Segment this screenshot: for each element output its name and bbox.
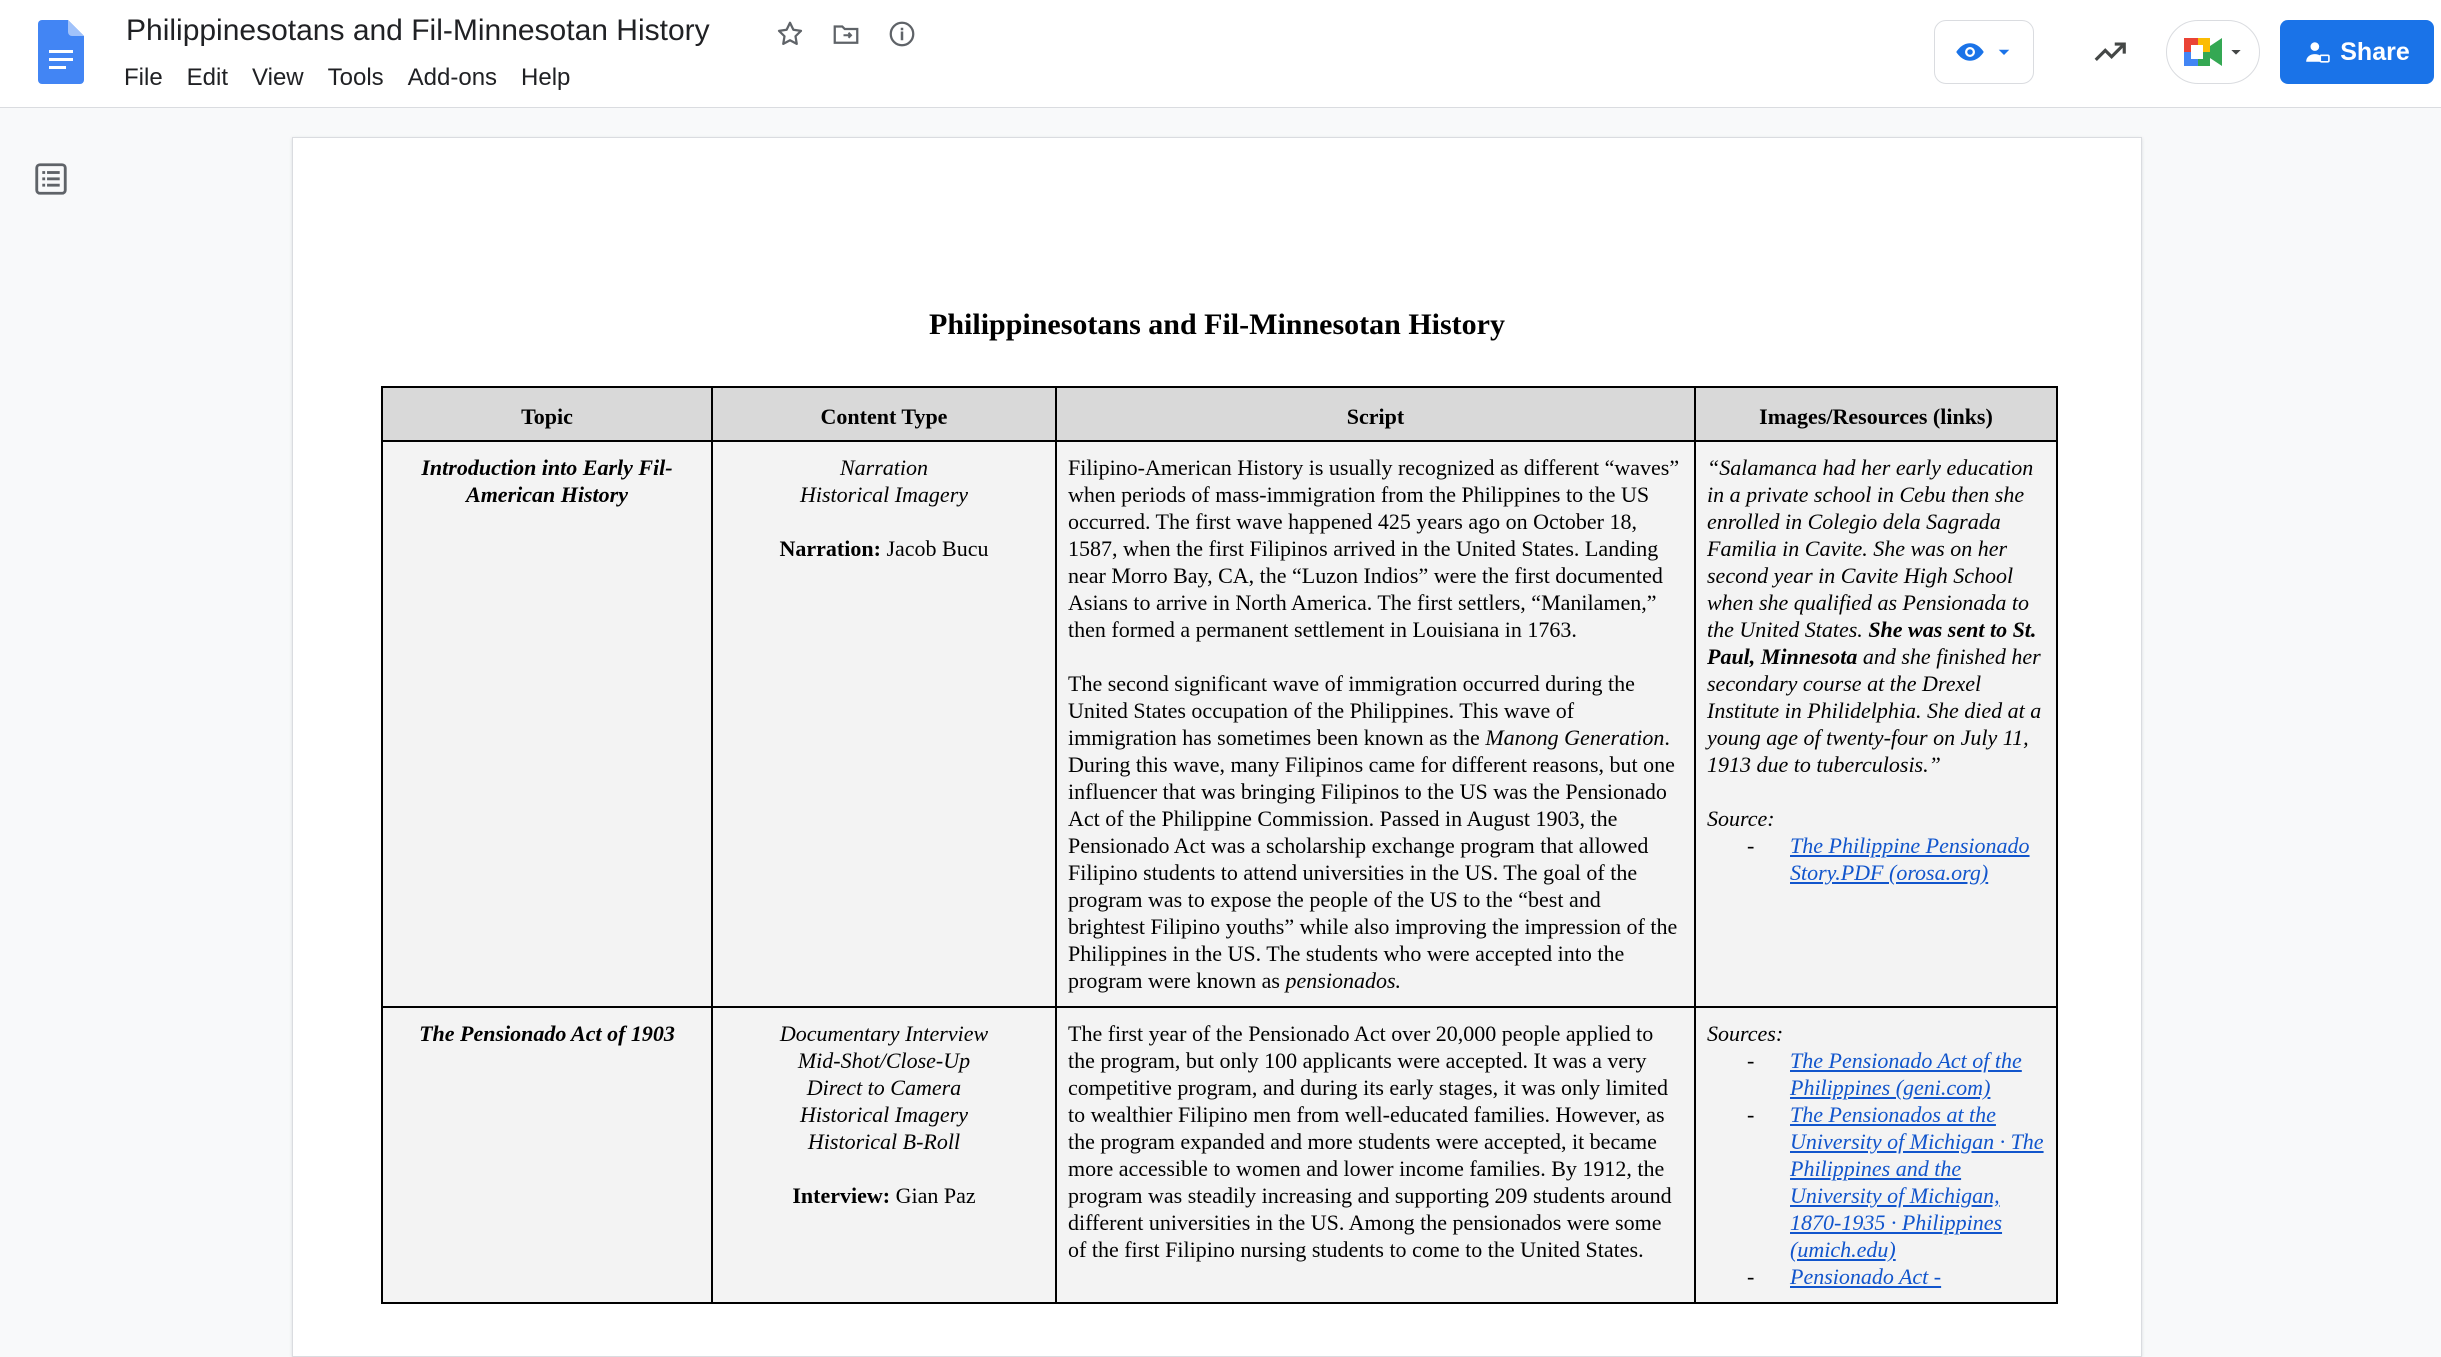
page-title: Philippinesotans and Fil-Minnesotan Hist…	[929, 308, 1505, 341]
credit-line: Interview: Gian Paz	[724, 1182, 1044, 1209]
star-icon[interactable]	[772, 16, 808, 52]
content-type: Historical Imagery	[799, 482, 969, 507]
resource-link[interactable]: The Philippine Pensionado Story.PDF (oro…	[1790, 833, 2030, 885]
chevron-down-icon	[2231, 50, 2241, 55]
content-type: Documentary Interview	[779, 1021, 989, 1046]
meet-icon	[2184, 38, 2222, 66]
script-cell: Filipino-American History is usually rec…	[1055, 440, 1696, 1008]
list-item: The Philippine Pensionado Story.PDF (oro…	[1747, 832, 2045, 886]
move-to-folder-icon[interactable]	[828, 16, 864, 52]
share-button[interactable]: Share	[2280, 20, 2434, 84]
menu-view[interactable]: View	[240, 62, 316, 94]
content-type: Mid-Shot/Close-Up	[797, 1048, 971, 1073]
resource-link[interactable]: Pensionado Act -	[1790, 1264, 1941, 1289]
info-icon[interactable]	[884, 16, 920, 52]
credit-name: Jacob Bucu	[886, 536, 989, 561]
meet-button[interactable]	[2166, 20, 2260, 84]
credit-label: Narration:	[779, 536, 881, 561]
quote-text: “Salamanca had her early education in a …	[1707, 455, 2042, 777]
resource-link[interactable]: The Pensionados at the University of Mic…	[1790, 1102, 2044, 1262]
topic-cell: The Pensionado Act of 1903	[381, 1006, 713, 1304]
resource-link[interactable]: The Pensionado Act of the Philippines (g…	[1790, 1048, 2022, 1100]
list-item: Pensionado Act -	[1747, 1263, 2045, 1290]
source-label: Sources:	[1707, 1021, 1784, 1046]
table-row: The Pensionado Act of 1903 Documentary I…	[381, 1006, 2058, 1304]
list-item: The Pensionados at the University of Mic…	[1747, 1101, 2045, 1263]
credit-name: Gian Paz	[895, 1183, 976, 1208]
header-script: Script	[1055, 386, 1696, 442]
menu-bar: File Edit View Tools Add-ons Help	[112, 62, 582, 94]
chevron-down-icon	[1998, 49, 2010, 55]
script-paragraph: The second significant wave of immigrati…	[1068, 671, 1678, 993]
source-label: Source:	[1707, 806, 1775, 831]
share-label: Share	[2340, 37, 2410, 66]
document-page[interactable]: Philippinesotans and Fil-Minnesotan Hist…	[292, 137, 2142, 1357]
script-table: Topic Content Type Script Images/Resourc…	[381, 386, 2058, 1304]
activity-dashboard-button[interactable]	[2084, 26, 2136, 78]
resources-cell: Sources: The Pensionado Act of the Phili…	[1694, 1006, 2058, 1304]
view-mode-button[interactable]	[1934, 20, 2034, 84]
credit-line: Narration: Jacob Bucu	[724, 535, 1044, 562]
header-resources: Images/Resources (links)	[1694, 386, 2058, 442]
docs-logo-icon[interactable]	[38, 20, 84, 84]
header-content-type: Content Type	[711, 386, 1057, 442]
menu-add-ons[interactable]: Add-ons	[396, 62, 509, 94]
credit-label: Interview:	[792, 1183, 891, 1208]
app-header: Philippinesotans and Fil-Minnesotan Hist…	[0, 0, 2441, 108]
content-type-cell: Narration Historical Imagery Narration: …	[711, 440, 1057, 1008]
person-icon	[2306, 42, 2330, 63]
trending-up-icon	[2094, 42, 2126, 62]
document-title[interactable]: Philippinesotans and Fil-Minnesotan Hist…	[126, 14, 710, 48]
table-row: Introduction into Early Fil-American His…	[381, 440, 2058, 1008]
content-type: Direct to Camera	[806, 1075, 962, 1100]
table-header-row: Topic Content Type Script Images/Resourc…	[381, 386, 2058, 442]
topic-cell: Introduction into Early Fil-American His…	[381, 440, 713, 1008]
content-type-cell: Documentary Interview Mid-Shot/Close-Up …	[711, 1006, 1057, 1304]
content-type: Narration	[839, 455, 929, 480]
menu-edit[interactable]: Edit	[175, 62, 240, 94]
script-paragraph: The first year of the Pensionado Act ove…	[1068, 1021, 1672, 1262]
content-type: Historical Imagery	[799, 1102, 969, 1127]
content-type: Historical B-Roll	[807, 1129, 961, 1154]
menu-help[interactable]: Help	[509, 62, 582, 94]
resources-cell: “Salamanca had her early education in a …	[1694, 440, 2058, 1008]
menu-tools[interactable]: Tools	[316, 62, 396, 94]
eye-icon	[1956, 43, 1984, 61]
header-topic: Topic	[381, 386, 713, 442]
menu-file[interactable]: File	[112, 62, 175, 94]
outline-icon[interactable]	[32, 160, 70, 198]
script-paragraph: Filipino-American History is usually rec…	[1068, 455, 1680, 642]
script-cell: The first year of the Pensionado Act ove…	[1055, 1006, 1696, 1304]
list-item: The Pensionado Act of the Philippines (g…	[1747, 1047, 2045, 1101]
